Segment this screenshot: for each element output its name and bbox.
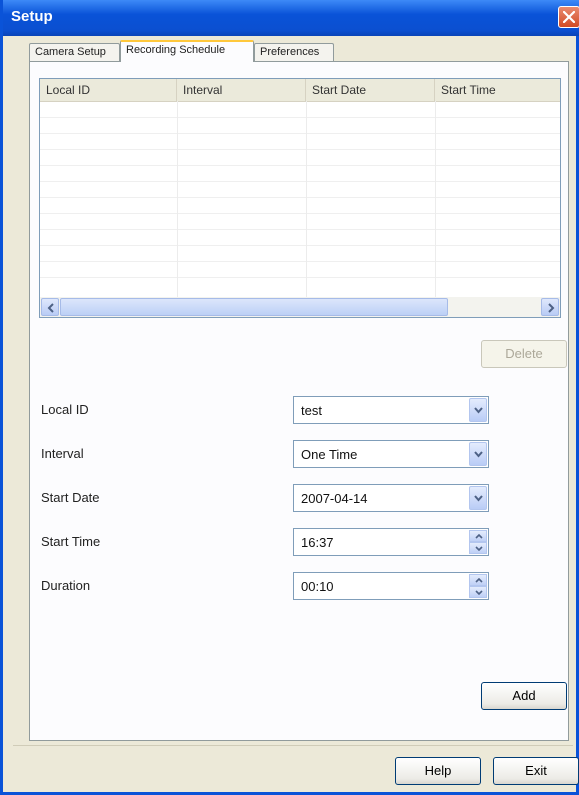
scroll-left-button[interactable] — [41, 298, 59, 316]
grid-header: Local ID Interval Start Date Start Time — [40, 79, 560, 102]
start-date-label: Start Date — [41, 490, 100, 505]
duration-spinner-buttons[interactable] — [469, 574, 487, 598]
start-date-dropdown-button[interactable] — [469, 486, 487, 510]
tab-preferences[interactable]: Preferences — [254, 43, 334, 61]
spinner-down-button[interactable] — [469, 586, 487, 598]
delete-button[interactable]: Delete — [481, 340, 567, 368]
local-id-value: test — [301, 403, 322, 418]
spinner-down-icon — [475, 590, 483, 595]
spinner-up-button[interactable] — [469, 530, 487, 542]
schedule-grid[interactable]: Local ID Interval Start Date Start Time — [39, 78, 561, 318]
grid-row-line — [40, 133, 560, 134]
start-date-value: 2007-04-14 — [301, 491, 368, 506]
chevron-down-icon — [474, 495, 483, 502]
arrow-right-icon — [548, 303, 555, 313]
grid-row-line — [40, 181, 560, 182]
arrow-left-icon — [47, 303, 54, 313]
grid-row-line — [40, 245, 560, 246]
local-id-dropdown[interactable]: test — [293, 396, 489, 424]
exit-button[interactable]: Exit — [493, 757, 579, 785]
interval-dropdown-button[interactable] — [469, 442, 487, 466]
grid-body[interactable] — [40, 101, 560, 297]
interval-label: Interval — [41, 446, 84, 461]
start-time-spinner[interactable]: 16:37 — [293, 528, 489, 556]
local-id-dropdown-button[interactable] — [469, 398, 487, 422]
tab-camera-setup[interactable]: Camera Setup — [29, 43, 120, 61]
grid-row-line — [40, 197, 560, 198]
grid-column-line — [306, 101, 307, 297]
help-button[interactable]: Help — [395, 757, 481, 785]
grid-row-line — [40, 277, 560, 278]
local-id-label: Local ID — [41, 402, 89, 417]
column-header-start-time[interactable]: Start Time — [435, 79, 560, 101]
close-icon — [563, 11, 575, 23]
column-header-local-id[interactable]: Local ID — [40, 79, 177, 101]
grid-column-line — [435, 101, 436, 297]
spinner-up-button[interactable] — [469, 574, 487, 586]
spinner-up-icon — [475, 578, 483, 583]
spinner-down-icon — [475, 546, 483, 551]
footer-separator — [13, 745, 573, 746]
interval-value: One Time — [301, 447, 358, 462]
grid-row-line — [40, 261, 560, 262]
grid-row-line — [40, 149, 560, 150]
tab-recording-schedule[interactable]: Recording Schedule — [120, 40, 254, 62]
spinner-down-button[interactable] — [469, 542, 487, 554]
title-bar[interactable]: Setup — [3, 0, 579, 36]
duration-spinner[interactable]: 00:10 — [293, 572, 489, 600]
window-title: Setup — [11, 8, 53, 25]
start-time-label: Start Time — [41, 534, 101, 549]
add-button[interactable]: Add — [481, 682, 567, 710]
grid-row-line — [40, 117, 560, 118]
close-button[interactable] — [558, 6, 579, 28]
grid-row-line — [40, 229, 560, 230]
scroll-right-button[interactable] — [541, 298, 559, 316]
duration-value: 00:10 — [301, 579, 334, 594]
horizontal-scrollbar[interactable] — [40, 297, 560, 317]
grid-column-line — [177, 101, 178, 297]
duration-label: Duration — [41, 578, 91, 593]
column-header-start-date[interactable]: Start Date — [306, 79, 435, 101]
column-header-interval[interactable]: Interval — [177, 79, 306, 101]
chevron-down-icon — [474, 407, 483, 414]
setup-window: Setup Camera Setup Recording Schedule Pr… — [0, 0, 579, 795]
spinner-up-icon — [475, 534, 483, 539]
scroll-thumb[interactable] — [60, 298, 448, 316]
start-time-value: 16:37 — [301, 535, 334, 550]
interval-dropdown[interactable]: One Time — [293, 440, 489, 468]
chevron-down-icon — [474, 451, 483, 458]
start-time-spinner-buttons[interactable] — [469, 530, 487, 554]
grid-row-line — [40, 213, 560, 214]
grid-row-line — [40, 165, 560, 166]
start-date-picker[interactable]: 2007-04-14 — [293, 484, 489, 512]
